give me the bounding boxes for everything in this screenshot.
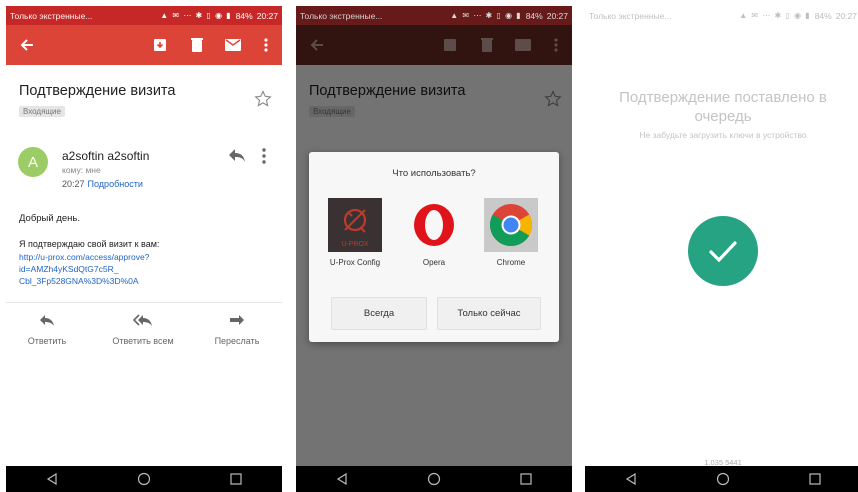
overflow-menu-icon[interactable] [255,34,277,56]
nav-home-icon[interactable] [708,469,738,489]
confirmation-title: Подтверждение поставлено в очередь [619,89,827,125]
success-check-icon [688,216,758,286]
app-name-chrome: Chrome [496,258,526,267]
u-prox-logo-text: U-PROX [341,241,369,248]
star-icon[interactable] [254,90,272,108]
sender-name: a2softin a2softin [62,149,150,163]
just-once-button[interactable]: Только сейчас [437,297,541,330]
system-nav-bar [296,466,572,492]
carrier-text: Только экстренные... [589,10,672,21]
more-options-icon[interactable] [260,147,268,165]
back-arrow-icon[interactable] [16,34,38,56]
carrier-text: Только экстренные... [300,10,383,21]
nav-back-icon[interactable] [37,469,67,489]
system-nav-bar [585,466,858,492]
avatar[interactable]: A [18,147,48,177]
reply-button[interactable]: Ответить [6,314,88,346]
reply-all-label: Ответить всем [112,336,174,346]
nav-home-icon[interactable] [419,469,449,489]
nav-recents-icon[interactable] [221,469,251,489]
app-bar [6,25,282,65]
nav-recents-icon[interactable] [511,469,541,489]
status-icons: ▲ ✉ ⋯ ✱ ▯ ◉ ▮ [160,11,232,20]
delete-icon[interactable] [186,34,208,56]
time-line: 20:27 Подробности [62,179,143,189]
app-chooser-dialog: Что использовать? U-PROX U-Prox Config O… [309,152,559,342]
carrier-text: Только экстренные... [10,10,93,21]
battery-level: 84% [814,10,832,21]
u-prox-config-icon: U-PROX [328,198,382,252]
status-bar: Только экстренные... ▲ ✉ ⋯ ✱ ▯ ◉ ▮ 84% 2… [585,6,858,25]
email-screen: Только экстренные... ▲ ✉ ⋯ ✱ ▯ ◉ ▮ 84% 2… [6,6,282,492]
opera-icon [407,198,461,252]
email-time: 20:27 [62,179,85,189]
app-name-opera: Opera [422,258,446,267]
nav-back-icon[interactable] [616,469,646,489]
reply-icon [6,314,88,328]
details-link[interactable]: Подробности [88,179,143,189]
status-icons: ▲ ✉ ⋯ ✱ ▯ ◉ ▮ [450,11,522,20]
approve-link-line[interactable]: id=AMZh4yKSdQtG7c5R_ [19,263,219,275]
approve-link-line[interactable]: Cbl_3Fp528GNA%3D%3D%0A [19,275,219,287]
chrome-icon [484,198,538,252]
recipient-line: кому: мне [62,165,101,175]
divider [6,302,282,303]
status-bar: Только экстренные... ▲ ✉ ⋯ ✱ ▯ ◉ ▮ 84% 2… [296,6,572,25]
status-bar: Только экстренные... ▲ ✉ ⋯ ✱ ▯ ◉ ▮ 84% 2… [6,6,282,25]
status-icons: ▲ ✉ ⋯ ✱ ▯ ◉ ▮ [739,11,811,20]
reply-label: Ответить [27,336,67,346]
email-greeting: Добрый день. [19,213,80,224]
approve-link[interactable]: http://u-prox.com/access/approve? id=AMZ… [19,251,219,287]
app-option-opera[interactable]: Opera [402,198,466,267]
app-option-chrome[interactable]: Chrome [479,198,543,267]
app-option-uprox[interactable]: U-PROX U-Prox Config [323,198,387,267]
reply-all-button[interactable]: Ответить всем [102,314,184,346]
reply-icon[interactable] [228,148,246,162]
archive-icon[interactable] [149,34,171,56]
inbox-label[interactable]: Входящие [19,106,65,117]
confirmation-screen: Только экстренные... ▲ ✉ ⋯ ✱ ▯ ◉ ▮ 84% 2… [585,6,858,492]
app-name-uprox: U-Prox Config [329,258,381,267]
forward-label: Переслать [214,336,260,346]
status-time: 20:27 [546,10,568,21]
confirmation-subtitle: Не забудьте загрузить ключи в устройство [639,130,807,140]
email-body-line: Я подтверждаю свой визит к вам: [19,239,160,249]
battery-level: 84% [525,10,543,21]
nav-recents-icon[interactable] [800,469,830,489]
mail-icon[interactable] [222,34,244,56]
email-subject: Подтверждение визита [19,83,176,99]
status-time: 20:27 [256,10,278,21]
system-nav-bar [6,466,282,492]
always-button[interactable]: Всегда [331,297,427,330]
status-time: 20:27 [835,10,857,21]
forward-button[interactable]: Переслать [196,314,278,346]
nav-back-icon[interactable] [327,469,357,489]
approve-link-line[interactable]: http://u-prox.com/access/approve? [19,251,219,263]
nav-home-icon[interactable] [129,469,159,489]
reply-all-icon [102,314,184,328]
dialog-title: Что использовать? [392,168,476,179]
forward-icon [196,314,278,328]
battery-level: 84% [235,10,253,21]
chooser-screen: Только экстренные... ▲ ✉ ⋯ ✱ ▯ ◉ ▮ 84% 2… [296,6,572,492]
